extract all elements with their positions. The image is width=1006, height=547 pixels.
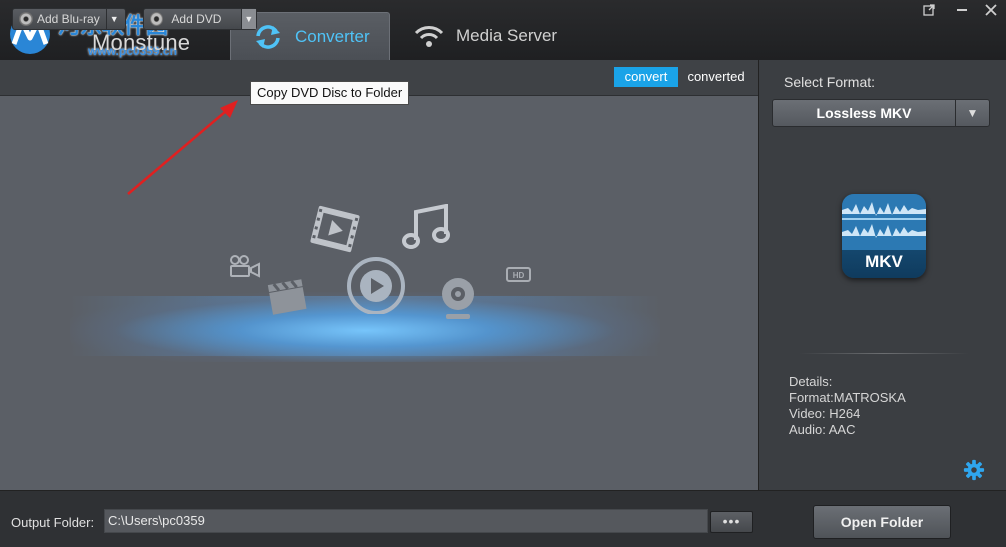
convert-tab[interactable]: convert [614, 67, 678, 87]
footer-bar: Output Folder: C:\Users\pc0359 ••• Open … [0, 490, 1006, 547]
app-name: Monstune [92, 30, 191, 55]
music-note-icon [402, 204, 450, 249]
add-dvd-label: Add DVD [171, 12, 222, 26]
mkv-format-icon: MKV [842, 194, 926, 278]
add-dvd-dropdown[interactable]: ▼ [240, 9, 256, 29]
bluray-disc-icon [19, 12, 33, 26]
popout-icon[interactable] [920, 4, 938, 20]
browse-button[interactable]: ••• [710, 511, 753, 533]
add-bluray-label: Add Blu-ray [37, 12, 100, 26]
divider [799, 353, 969, 354]
format-panel: Select Format: Lossless MKV ▼ MKV Detail… [758, 60, 1006, 490]
converted-tab[interactable]: converted [680, 67, 752, 87]
details-format: Format:MATROSKA [789, 390, 906, 405]
refresh-icon [256, 24, 280, 49]
details-heading: Details: [789, 374, 833, 389]
webcam-icon [442, 278, 474, 319]
output-folder-label: Output Folder: [11, 515, 95, 530]
dvd-disc-icon [150, 12, 164, 26]
details-audio: Audio: AAC [789, 422, 856, 437]
select-format-label: Select Format: [784, 74, 876, 90]
tab-converter-label: Converter [295, 26, 370, 46]
add-bluray-dropdown[interactable]: ▼ [105, 9, 122, 29]
waveform-icon [842, 194, 926, 250]
video-camera-icon [230, 255, 260, 278]
tooltip: Copy DVD Disc to Folder [250, 81, 410, 105]
format-select-value: Lossless MKV [816, 105, 912, 121]
format-details: Details: Format:MATROSKA Video: H264 Aud… [789, 374, 906, 438]
mkv-icon-label: MKV [865, 252, 903, 271]
open-folder-button[interactable]: Open Folder [813, 505, 951, 539]
format-select[interactable]: Lossless MKV ▼ [772, 99, 990, 127]
tab-media-server[interactable]: Media Server [410, 12, 580, 60]
clapperboard-icon [267, 279, 307, 315]
film-icon [310, 205, 360, 253]
close-icon[interactable] [982, 4, 1000, 20]
svg-text:HD: HD [513, 271, 525, 280]
output-folder-field[interactable]: C:\Users\pc0359 [104, 509, 708, 533]
hd-icon: HD [506, 267, 531, 282]
details-video: Video: H264 [789, 406, 861, 421]
tab-media-server-label: Media Server [456, 26, 558, 45]
add-bluray-button[interactable]: Add Blu-ray ▼ [12, 8, 126, 30]
play-circle-icon [347, 257, 405, 314]
annotation-arrow [127, 100, 238, 195]
gear-icon[interactable] [963, 459, 985, 481]
minimize-icon[interactable] [953, 4, 971, 20]
chevron-down-icon[interactable]: ▼ [955, 100, 989, 126]
wifi-icon [414, 26, 444, 47]
add-dvd-button[interactable]: Add DVD ▼ [143, 8, 257, 30]
file-drop-area[interactable]: HD [0, 96, 758, 490]
